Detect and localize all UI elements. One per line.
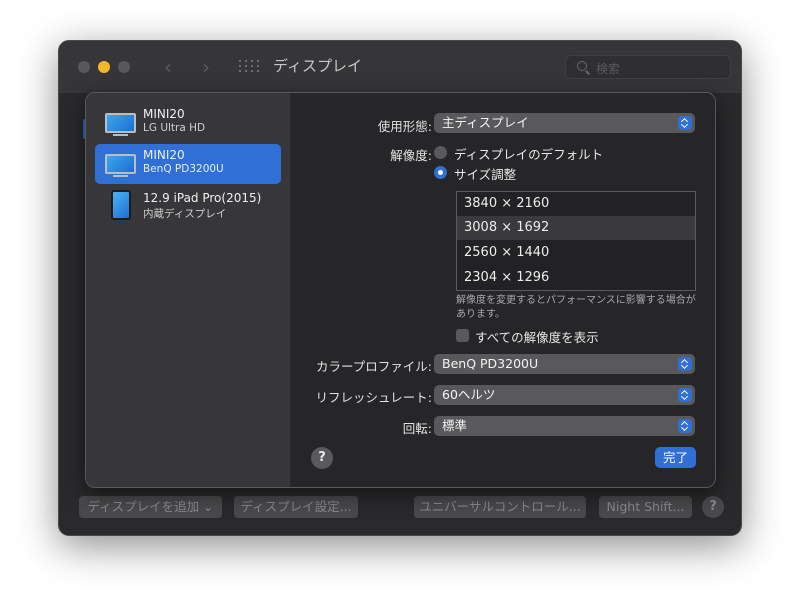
rotation-popup[interactable]: 標準 xyxy=(434,416,695,436)
resolution-option-selected[interactable]: 3008 × 1692 xyxy=(457,216,695,240)
chevron-updown-icon xyxy=(678,357,692,371)
use-as-value: 主ディスプレイ xyxy=(442,115,529,130)
show-all-resolutions-checkbox[interactable] xyxy=(456,329,469,342)
display-model: LG Ultra HD xyxy=(143,122,206,134)
bottom-toolbar: ディスプレイを追加 ⌄ ディスプレイ設定... ユニバーサルコントロール... … xyxy=(59,491,741,527)
title-bar: ‹ › ディスプレイ 検索 xyxy=(59,41,741,93)
refresh-rate-popup[interactable]: 60ヘルツ xyxy=(434,385,695,405)
resolution-scaled-label[interactable]: サイズ調整 xyxy=(454,164,516,183)
back-arrow-icon[interactable]: ‹ xyxy=(164,55,172,79)
use-as-popup[interactable]: 主ディスプレイ xyxy=(434,113,695,133)
display-model: 内蔵ディスプレイ xyxy=(143,208,227,220)
search-field[interactable]: 検索 xyxy=(565,55,731,79)
forward-arrow-icon[interactable]: › xyxy=(202,55,210,79)
close-window-button[interactable] xyxy=(78,61,90,73)
add-display-button[interactable]: ディスプレイを追加 ⌄ xyxy=(79,496,222,518)
use-as-label: 使用形態: xyxy=(377,119,432,134)
monitor-icon xyxy=(105,154,136,177)
window-help-button[interactable]: ? xyxy=(702,496,724,518)
display-name: 12.9 iPad Pro(2015) xyxy=(143,191,262,205)
search-placeholder: 検索 xyxy=(596,62,621,76)
resolution-label: 解像度: xyxy=(390,148,432,163)
minimize-window-button[interactable] xyxy=(98,61,110,73)
display-settings-sheet: MINI20 LG Ultra HD MINI20 BenQ PD3200U 1… xyxy=(85,92,716,488)
resolution-default-label[interactable]: ディスプレイのデフォルト xyxy=(454,144,603,163)
display-settings-button[interactable]: ディスプレイ設定... xyxy=(234,496,358,518)
monitor-icon xyxy=(105,113,136,136)
display-item-lg[interactable]: MINI20 LG Ultra HD xyxy=(95,103,281,143)
color-profile-label: カラープロファイル: xyxy=(316,359,432,374)
color-profile-popup[interactable]: BenQ PD3200U xyxy=(434,354,695,374)
resolution-list: 3840 × 2160 3008 × 1692 2560 × 1440 2304… xyxy=(456,191,696,291)
chevron-updown-icon xyxy=(678,419,692,433)
ipad-icon xyxy=(111,190,131,220)
resolution-option[interactable]: 2560 × 1440 xyxy=(457,241,695,265)
resolution-default-radio[interactable] xyxy=(434,146,447,159)
universal-control-button[interactable]: ユニバーサルコントロール... xyxy=(414,496,586,518)
night-shift-button[interactable]: Night Shift... xyxy=(599,496,692,518)
chevron-updown-icon xyxy=(678,116,692,130)
refresh-rate-value: 60ヘルツ xyxy=(442,387,496,402)
done-button[interactable]: 完了 xyxy=(655,447,696,468)
help-button[interactable]: ? xyxy=(311,447,333,469)
display-item-ipad[interactable]: 12.9 iPad Pro(2015) 内蔵ディスプレイ xyxy=(95,187,281,227)
rotation-label: 回転: xyxy=(402,421,432,436)
display-name: MINI20 xyxy=(143,148,185,162)
resolution-performance-note: 解像度を変更するとパフォーマンスに影響する場合があります。 xyxy=(456,295,696,320)
search-icon xyxy=(577,61,587,71)
resolution-option[interactable]: 3840 × 2160 xyxy=(457,192,695,216)
window-title: ディスプレイ xyxy=(273,57,362,75)
chevron-updown-icon xyxy=(678,388,692,402)
zoom-window-button[interactable] xyxy=(118,61,130,73)
resolution-scaled-radio[interactable] xyxy=(434,166,447,179)
resolution-option[interactable]: 2304 × 1296 xyxy=(457,266,695,290)
show-all-resolutions-label[interactable]: すべての解像度を表示 xyxy=(475,327,599,346)
display-item-benq[interactable]: MINI20 BenQ PD3200U xyxy=(95,144,281,184)
display-list-sidebar: MINI20 LG Ultra HD MINI20 BenQ PD3200U 1… xyxy=(86,93,291,487)
display-name: MINI20 xyxy=(143,107,185,121)
show-all-grid-icon[interactable] xyxy=(239,60,259,74)
display-model: BenQ PD3200U xyxy=(143,163,224,175)
color-profile-value: BenQ PD3200U xyxy=(442,356,539,371)
display-settings-panel: 使用形態: 主ディスプレイ 解像度: ディスプレイのデフォルト サイズ調整 38… xyxy=(292,93,715,487)
rotation-value: 標準 xyxy=(442,418,468,433)
refresh-rate-label: リフレッシュレート: xyxy=(315,390,432,405)
